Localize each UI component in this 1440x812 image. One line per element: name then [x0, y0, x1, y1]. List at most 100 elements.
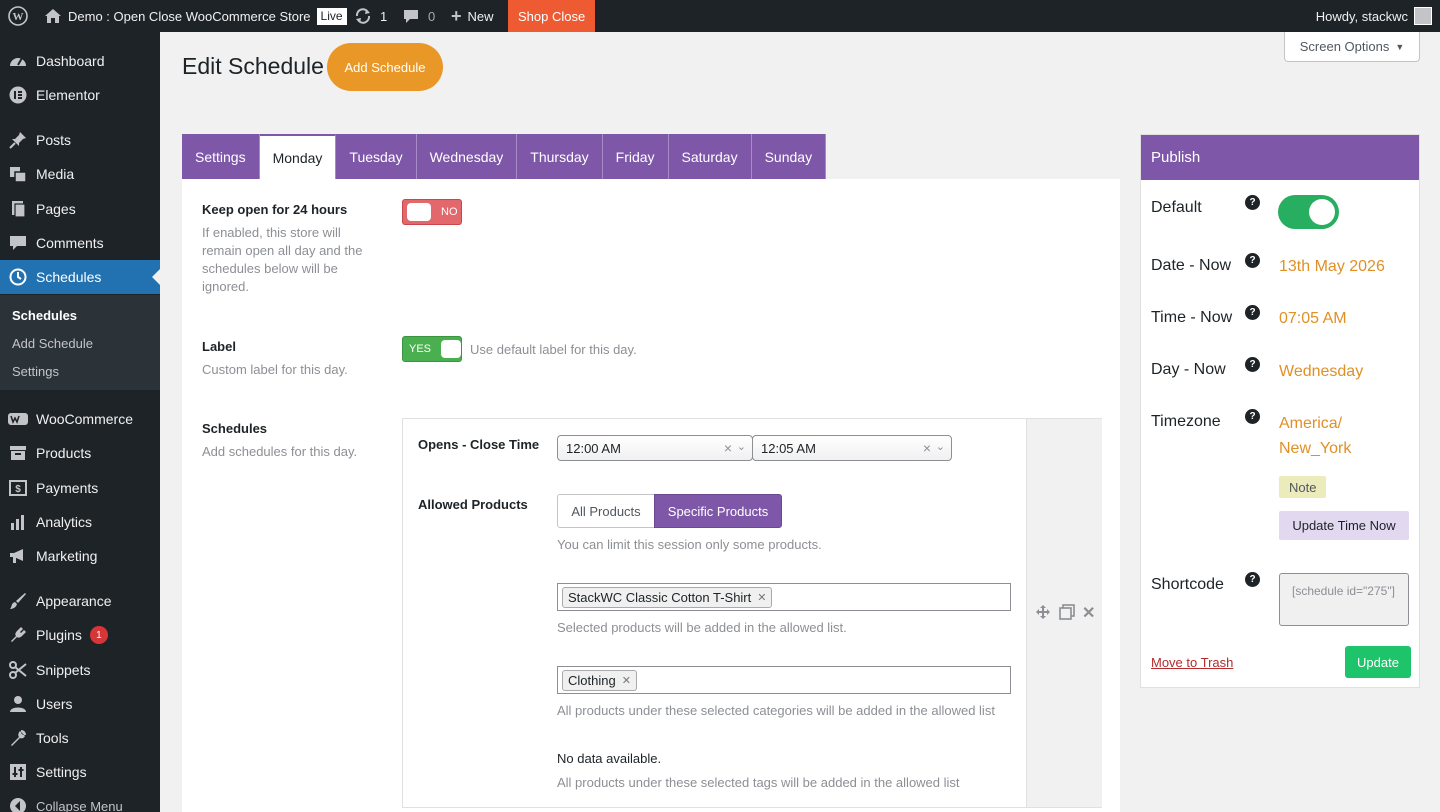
sidebar-item-settings[interactable]: Settings [0, 755, 160, 789]
duplicate-icon[interactable] [1059, 604, 1075, 620]
sidebar-item-payments[interactable]: $ Payments [0, 471, 160, 505]
move-icon[interactable] [1035, 604, 1051, 620]
sidebar-item-analytics[interactable]: Analytics [0, 505, 160, 539]
sidebar-item-dashboard[interactable]: Dashboard [0, 44, 160, 78]
help-icon[interactable]: ? [1245, 305, 1260, 320]
sidebar-item-label: Users [36, 696, 73, 712]
update-time-button[interactable]: Update Time Now [1279, 511, 1409, 540]
submenu-item-settings[interactable]: Settings [12, 364, 59, 379]
comments-link[interactable]: 0 [402, 0, 435, 32]
day-now-label: Day - Now [1151, 361, 1226, 378]
media-icon [8, 164, 28, 184]
tab-monday[interactable]: Monday [259, 134, 337, 179]
sidebar-item-users[interactable]: Users [0, 687, 160, 721]
categories-tag-input[interactable]: Clothing ✕ [557, 666, 1011, 694]
remove-schedule-icon[interactable]: ✕ [1082, 603, 1095, 623]
move-to-trash-link[interactable]: Move to Trash [1151, 655, 1233, 670]
tab-thursday[interactable]: Thursday [517, 134, 603, 179]
bar-chart-icon [8, 512, 28, 532]
tab-saturday[interactable]: Saturday [668, 134, 752, 179]
submenu-item-schedules[interactable]: Schedules [12, 308, 77, 323]
date-now-label: Date - Now [1151, 257, 1232, 274]
sidebar-item-label: WooCommerce [36, 411, 133, 427]
tab-settings[interactable]: Settings [182, 134, 260, 179]
time-now-label: Time - Now [1151, 309, 1233, 326]
sidebar-item-appearance[interactable]: Appearance [0, 584, 160, 618]
help-icon[interactable]: ? [1245, 195, 1260, 210]
products-tag-input[interactable]: StackWC Classic Cotton T-Shirt ✕ [557, 583, 1011, 611]
clear-icon[interactable]: × [923, 440, 931, 456]
collapse-icon [8, 796, 28, 812]
clear-icon[interactable]: × [724, 440, 732, 456]
date-now-value: 13th May 2026 [1279, 258, 1385, 275]
category-hint: All products under these selected catego… [557, 703, 995, 718]
sidebar-item-snippets[interactable]: Snippets [0, 653, 160, 687]
product-hint: Selected products will be added in the a… [557, 620, 847, 635]
new-content-link[interactable]: + New [451, 0, 494, 32]
open-time-select[interactable]: 12:00 AM × ⌄ [557, 435, 753, 461]
help-icon[interactable]: ? [1245, 357, 1260, 372]
help-icon[interactable]: ? [1245, 409, 1260, 424]
updates-link[interactable]: 1 [354, 0, 387, 32]
megaphone-icon [8, 546, 28, 566]
tab-wednesday[interactable]: Wednesday [416, 134, 518, 179]
default-switch[interactable] [1278, 195, 1339, 229]
default-label-toggle[interactable]: YES [402, 336, 462, 362]
account-menu[interactable]: Howdy, stackwc [1316, 0, 1432, 32]
product-tag: StackWC Classic Cotton T-Shirt ✕ [562, 587, 773, 608]
tags-empty-message: No data available. [557, 751, 662, 766]
label-field-description: Custom label for this day. [202, 362, 348, 377]
sidebar-item-posts[interactable]: Posts [0, 123, 160, 157]
sidebar-item-label: Tools [36, 730, 69, 746]
sidebar-item-label: Settings [36, 764, 87, 780]
shop-status-button[interactable]: Shop Close [508, 0, 596, 32]
tab-sunday[interactable]: Sunday [751, 134, 827, 179]
wordpress-logo-icon[interactable]: W [8, 0, 28, 32]
day-now-value: Wednesday [1279, 363, 1364, 380]
sidebar-item-media[interactable]: Media [0, 157, 160, 191]
schedules-field-description: Add schedules for this day. [202, 444, 358, 459]
scissors-icon [8, 660, 28, 680]
collapse-menu-button[interactable]: Collapse Menu [0, 789, 160, 812]
settings-icon [8, 762, 28, 782]
admin-sidebar: Dashboard Elementor Posts Media Pages Co… [0, 32, 160, 812]
sidebar-item-pages[interactable]: Pages [0, 192, 160, 226]
all-products-option[interactable]: All Products [557, 494, 655, 528]
schedules-submenu: Schedules Add Schedule Settings [0, 295, 160, 390]
add-schedule-button[interactable]: Add Schedule [327, 43, 443, 91]
sidebar-item-comments[interactable]: Comments [0, 226, 160, 260]
sidebar-item-products[interactable]: Products [0, 436, 160, 470]
update-button[interactable]: Update [1345, 646, 1411, 678]
caret-down-icon: ▼ [1395, 41, 1405, 52]
sidebar-item-woocommerce[interactable]: WooCommerce [0, 402, 160, 436]
allowed-products-label: Allowed Products [418, 497, 528, 512]
remove-tag-icon[interactable]: ✕ [622, 674, 631, 687]
submenu-item-add-schedule[interactable]: Add Schedule [12, 336, 93, 351]
sidebar-item-schedules[interactable]: Schedules [0, 260, 160, 294]
chevron-down-icon: ⌄ [736, 441, 746, 453]
close-time-select[interactable]: 12:05 AM × ⌄ [752, 435, 952, 461]
keep-open-toggle[interactable]: NO [402, 199, 462, 225]
shortcode-field[interactable]: [schedule id="275"] [1279, 573, 1409, 626]
shortcode-label: Shortcode [1151, 576, 1224, 593]
specific-products-option[interactable]: Specific Products [654, 494, 782, 528]
timezone-value-line-2: New_York [1279, 440, 1352, 457]
updates-count: 1 [380, 8, 388, 24]
site-name: Demo : Open Close WooCommerce Store [68, 8, 311, 24]
help-icon[interactable]: ? [1245, 572, 1260, 587]
sidebar-item-tools[interactable]: Tools [0, 721, 160, 755]
sidebar-item-plugins[interactable]: Plugins 1 [0, 618, 160, 652]
site-name-link[interactable]: Demo : Open Close WooCommerce Store Live [44, 0, 347, 32]
sidebar-item-elementor[interactable]: Elementor [0, 78, 160, 112]
sidebar-item-label: Media [36, 166, 75, 182]
remove-tag-icon[interactable]: ✕ [757, 591, 766, 604]
time-now-value: 07:05 AM [1279, 310, 1347, 327]
tab-friday[interactable]: Friday [602, 134, 669, 179]
screen-options-button[interactable]: Screen Options ▼ [1284, 32, 1420, 62]
sidebar-item-marketing[interactable]: Marketing [0, 539, 160, 573]
sidebar-item-label: Plugins [36, 627, 82, 643]
help-icon[interactable]: ? [1245, 253, 1260, 268]
sidebar-item-label: Marketing [36, 548, 98, 564]
tab-tuesday[interactable]: Tuesday [336, 134, 417, 179]
note-button[interactable]: Note [1279, 476, 1327, 498]
